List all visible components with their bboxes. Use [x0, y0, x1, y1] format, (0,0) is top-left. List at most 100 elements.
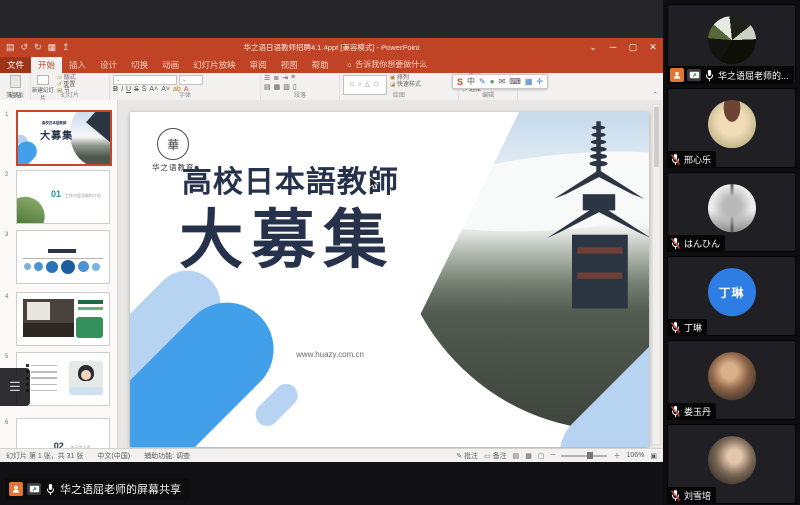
slide-title-line2[interactable]: 大募集 — [179, 189, 395, 281]
thumbnail-slide-5[interactable] — [16, 352, 110, 406]
notes-button[interactable]: ▭ 备注 — [484, 451, 507, 461]
view-sorter-icon[interactable]: ▦ — [525, 452, 532, 460]
list-buttons[interactable]: ☰≣⇥≡ — [261, 73, 339, 82]
participant-tile-3[interactable]: はんひん — [667, 172, 796, 252]
zoom-slider[interactable] — [561, 455, 607, 457]
mic-on-icon — [704, 69, 715, 82]
participant-name: 邢心乐 — [684, 153, 711, 166]
mic-muted-icon — [670, 321, 681, 334]
fit-to-window-icon[interactable]: ▣ — [650, 452, 657, 460]
slide-number: 5 — [5, 354, 8, 360]
ime-skin-icon[interactable]: ✛ — [536, 77, 543, 86]
tab-animations[interactable]: 动画 — [155, 57, 186, 73]
restore-button[interactable]: ▢ — [623, 38, 643, 57]
avatar — [708, 184, 756, 232]
sidebar-toggle-handle[interactable]: ☰ — [0, 368, 30, 406]
font-name-select[interactable]: ⌄ — [113, 75, 177, 85]
tab-transitions[interactable]: 切换 — [124, 57, 155, 73]
slide-canvas[interactable]: 華 华之语教育 高校日本語教師 大募集 www.huazy.com.cn — [130, 112, 649, 447]
minimize-button[interactable]: ─ — [603, 38, 623, 57]
undo-icon[interactable]: ↺ — [21, 42, 29, 53]
font-group: ⌄ ⌄ BIUS S̈A˄A˅ abA 字体 — [110, 73, 261, 100]
new-slide-icon — [37, 75, 49, 85]
mic-muted-icon — [670, 153, 681, 166]
tab-insert[interactable]: 插入 — [62, 57, 93, 73]
participant-tile-4[interactable]: 丁琳 丁琳 — [667, 256, 796, 336]
collapse-ribbon-icon[interactable]: ⌃ — [652, 91, 658, 99]
thumbnail-slide-1[interactable]: 高校日本語教師 大募集 — [16, 110, 112, 166]
participant-tile-6[interactable]: 刘雪培 — [667, 424, 796, 504]
quick-styles-button[interactable]: ◪ 快速样式 — [390, 82, 421, 89]
company-logo: 華 华之语教育 — [152, 128, 195, 173]
ime-mode-toggle[interactable]: 中 — [467, 76, 475, 87]
mini-avatar-illustration — [69, 361, 104, 394]
sogou-logo-icon[interactable]: S — [457, 77, 463, 87]
close-button[interactable]: ✕ — [643, 38, 663, 57]
mini-classroom-photo — [23, 299, 75, 336]
participant-name: 华之语屈老师的... — [718, 69, 789, 82]
ime-mail-icon[interactable]: ✉ — [499, 77, 506, 86]
view-reading-icon[interactable]: ▢ — [538, 452, 545, 460]
tab-review[interactable]: 审阅 — [243, 57, 274, 73]
presenter-badge-icon — [9, 482, 23, 496]
comments-button[interactable]: ✎ 批注 — [456, 451, 478, 461]
customize-icon[interactable]: ↥ — [62, 42, 70, 53]
tab-view[interactable]: 视图 — [274, 57, 305, 73]
thumbnail-slide-3[interactable] — [16, 230, 110, 284]
quick-access-toolbar[interactable]: ▤ ↺ ↻ ▦ ↥ — [6, 42, 70, 53]
slide-editing-area: 華 华之语教育 高校日本語教師 大募集 www.huazy.com.cn — [118, 100, 663, 449]
ime-emoji-icon[interactable]: ● — [490, 77, 495, 86]
mic-icon — [45, 483, 56, 496]
sogou-ime-bar[interactable]: S 中 ✎ ● ✉ ⌨ ▦ ✛ — [452, 74, 548, 89]
mic-muted-icon — [670, 237, 681, 250]
font-size-select[interactable]: ⌄ — [179, 75, 203, 85]
ime-pen-icon[interactable]: ✎ — [479, 77, 486, 86]
view-normal-icon[interactable]: ▤ — [513, 452, 520, 460]
participants-sidebar: 华之语屈老师的... 邢心乐 — [663, 0, 800, 505]
drawing-group: □ ○ △ ⬠ ▣ 排列 ◪ 快速样式 绘图 — [340, 73, 459, 100]
thumbnail-slide-6[interactable]: 02 关于华之语 — [16, 418, 110, 449]
tab-file[interactable]: 文件 — [0, 57, 31, 73]
tab-design[interactable]: 设计 — [93, 57, 124, 73]
accessibility-status[interactable]: 辅助功能: 调查 — [144, 451, 190, 461]
ribbon-display-icon[interactable]: ⌄ — [583, 38, 603, 57]
participant-tile-2[interactable]: 邢心乐 — [667, 88, 796, 168]
slide-number: 3 — [5, 232, 8, 238]
vertical-scrollbar[interactable] — [652, 104, 661, 445]
participant-tile-1[interactable]: 华之语屈老师的... — [667, 4, 796, 84]
save-icon[interactable]: ▤ — [6, 42, 15, 53]
ppt-titlebar: ▤ ↺ ↻ ▦ ↥ 华之语日语教师招聘4.1.4ppt [兼容模式] - Pow… — [0, 38, 663, 57]
tab-slideshow[interactable]: 幻灯片放映 — [186, 57, 243, 73]
tab-home[interactable]: 开始 — [31, 57, 62, 73]
bullets-icon: ☰ — [264, 74, 270, 82]
slide-number: 4 — [5, 294, 8, 300]
screen-share-icon — [27, 483, 41, 495]
slides-group: 新建幻灯片 ▭ 版式 ↺ 重置 ▤ 节 幻灯片 — [31, 73, 110, 100]
thumbnail-slide-2[interactable]: 01 工作内容及福利介绍 — [16, 170, 110, 224]
slide-counter: 幻灯片 第 1 张，共 31 张 — [6, 451, 83, 461]
zoom-level[interactable]: 106% — [626, 452, 644, 459]
language-indicator[interactable]: 中文(中国) — [97, 451, 130, 461]
banner-text: 华之语屈老师的屏幕共享 — [60, 481, 181, 497]
slideshow-icon[interactable]: ▦ — [48, 42, 57, 53]
ime-toolbox-icon[interactable]: ▦ — [525, 77, 533, 86]
zoom-in-icon[interactable]: ＋ — [613, 451, 620, 461]
zoom-out-icon[interactable]: ─ — [551, 452, 556, 459]
redo-icon[interactable]: ↻ — [34, 42, 42, 53]
screen-share-banner: 华之语屈老师的屏幕共享 — [5, 478, 189, 500]
slide-website-url[interactable]: www.huazy.com.cn — [296, 350, 364, 359]
mic-muted-icon — [670, 405, 681, 418]
avatar — [708, 100, 756, 148]
participant-tile-5[interactable]: 娄玉丹 — [667, 340, 796, 420]
meeting-window: ▤ ↺ ↻ ▦ ↥ 华之语日语教师招聘4.1.4ppt [兼容模式] - Pow… — [0, 0, 800, 505]
mini-timeline — [24, 260, 100, 274]
seal-icon: 華 — [157, 128, 189, 160]
ime-keyboard-icon[interactable]: ⌨ — [509, 77, 521, 86]
tell-me-box[interactable]: ☼ 告诉我你想要做什么 — [346, 57, 428, 73]
participant-name: 刘雪培 — [684, 489, 711, 502]
ppt-statusbar: 幻灯片 第 1 张，共 31 张 中文(中国) 辅助功能: 调查 ✎ 批注 ▭ … — [0, 448, 663, 462]
indent-icon: ⇥ — [282, 74, 288, 82]
tab-help[interactable]: 帮助 — [305, 57, 336, 73]
slide-number: 1 — [5, 112, 8, 118]
thumbnail-slide-4[interactable] — [16, 292, 110, 346]
